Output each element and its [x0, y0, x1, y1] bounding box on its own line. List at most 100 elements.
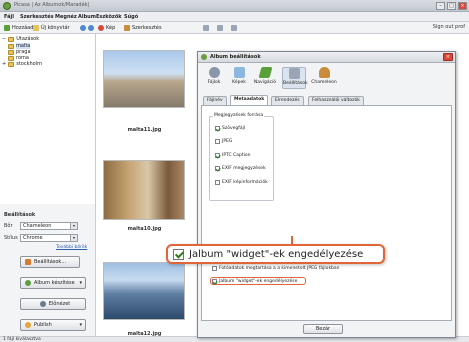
option-exif-comments[interactable]: EXIF megjegyzések	[215, 166, 266, 171]
category-chameleon[interactable]: Chameleon	[310, 67, 338, 89]
option-exif-info[interactable]: EXIF képinformációk	[215, 180, 268, 185]
skin-select[interactable]: Chameleon ▾	[20, 222, 78, 230]
option-label: JPEG	[222, 139, 233, 144]
style-select[interactable]: Chrome ▾	[20, 234, 78, 242]
preview-button[interactable]: Előnézet	[20, 298, 86, 310]
menubar: Fájl Szerkesztés Megnéz Album Eszközök S…	[0, 12, 469, 22]
album-icon	[25, 280, 31, 286]
tab-filename[interactable]: Fájlnév	[203, 96, 227, 105]
callout-label: Jalbum "widget"-ek engedélyezése	[189, 248, 364, 260]
close-icon[interactable]: ×	[458, 2, 467, 10]
toolbar: Hozzáad Új könyvtár Kép Szerkesztés	[0, 22, 469, 34]
category-label: Navigáció	[253, 80, 277, 85]
folder-icon	[33, 25, 39, 31]
checkbox[interactable]	[173, 248, 184, 260]
menu-view[interactable]: Megnéz	[55, 14, 77, 20]
expand-icon[interactable]: +	[2, 61, 6, 67]
menu-album[interactable]: Album	[78, 14, 96, 20]
category-navigation[interactable]: Navigáció	[253, 67, 277, 89]
chevron-down-icon: ▾	[70, 223, 77, 229]
wrench-icon	[288, 68, 300, 79]
dialog-title: Album beállítások	[210, 54, 261, 60]
toolbar-view-buttons[interactable]	[203, 24, 237, 32]
arrow-icon	[258, 67, 272, 78]
settings-button[interactable]: Beállítások...	[20, 256, 80, 268]
maximize-icon[interactable]: □	[447, 2, 456, 10]
make-album-label: Album készítése	[34, 280, 75, 286]
toolbar-image[interactable]: Kép	[98, 24, 115, 32]
category-label: Képek	[232, 80, 246, 85]
close-button[interactable]: Bezár	[303, 324, 343, 334]
publish-icon	[25, 322, 31, 328]
publish-button[interactable]: Publish ▾	[20, 319, 86, 331]
tab-content: Megjegyzések forrása Szövegfájl JPEG IPT…	[201, 105, 452, 321]
make-album-button[interactable]: Album készítése ▾	[20, 277, 86, 289]
tab-user-variables[interactable]: Felhasználói változók	[308, 96, 364, 105]
window-titlebar: Picasa | Az Albumok/Maradék| – □ ×	[0, 0, 469, 12]
tab-layout[interactable]: Elrendezés	[271, 96, 304, 105]
toolbar-edit-label: Szerkesztés	[132, 25, 162, 31]
magnifier-icon	[39, 301, 46, 307]
toolbar-nav[interactable]	[80, 24, 94, 32]
skin-label: Bőr	[4, 223, 13, 229]
sign-out-link[interactable]: Sign out prof	[433, 24, 465, 30]
option-text-file[interactable]: Szövegfájl	[215, 126, 245, 131]
chevron-down-icon: ▾	[70, 235, 77, 241]
app-icon	[3, 2, 11, 10]
folder-icon	[8, 43, 14, 49]
category-images[interactable]: Képek	[227, 67, 251, 89]
settings-button-label: Beállítások...	[34, 259, 67, 265]
tree-root[interactable]: − Utazások	[2, 36, 39, 42]
menu-help[interactable]: Súgó	[124, 14, 138, 20]
add-icon	[4, 25, 10, 31]
collapse-icon[interactable]: −	[2, 36, 6, 42]
folder-icon	[8, 36, 15, 42]
checkbox[interactable]	[212, 266, 217, 271]
tree-item-stockholm[interactable]: + stockholm	[2, 61, 42, 67]
thumbnail-image[interactable]	[103, 160, 185, 220]
style-value: Chrome	[23, 235, 43, 241]
more-skins-link[interactable]: További bőrök	[56, 245, 87, 250]
checkbox[interactable]	[215, 180, 220, 185]
checkbox[interactable]	[212, 279, 217, 284]
checkbox[interactable]	[215, 126, 220, 131]
skin-value: Chameleon	[23, 223, 52, 229]
toolbar-add-label: Hozzáad	[12, 25, 34, 31]
zoom-callout: Jalbum "widget"-ek engedélyezése	[166, 244, 385, 264]
chevron-down-icon: ▾	[79, 322, 82, 328]
option-jpeg[interactable]: JPEG	[215, 139, 232, 144]
list-icon	[217, 25, 223, 31]
thumbnail-image[interactable]	[103, 262, 185, 320]
folder-tree: − Utazások malta praga roma + stockholm	[0, 34, 96, 204]
checkbox[interactable]	[215, 153, 220, 158]
option-keep-photo-data[interactable]: Fotóadatok megtartása a a kimenetelt JPE…	[212, 266, 340, 271]
grid-icon	[203, 25, 209, 31]
toolbar-add[interactable]: Hozzáad	[4, 24, 33, 32]
menu-file[interactable]: Fájl	[4, 14, 14, 20]
thumbnail-image[interactable]	[103, 50, 185, 108]
option-iptc-caption[interactable]: IPTC Caption	[215, 153, 250, 158]
close-icon[interactable]: ×	[443, 53, 453, 61]
checkbox[interactable]	[215, 166, 220, 171]
category-label: Fájlok	[207, 80, 221, 85]
group-title: Megjegyzések forrása	[213, 113, 265, 118]
toolbar-new-folder[interactable]: Új könyvtár	[33, 24, 70, 32]
album-settings-dialog: Album beállítások × Fájlok Képek Navigác…	[197, 51, 456, 338]
option-jalbum-widgets[interactable]: Jalbum "widget"-ek engedélyezése	[212, 279, 297, 284]
tab-metadata[interactable]: Metaadatok	[230, 95, 269, 105]
thumbnail-caption: malta10.jpg	[127, 226, 162, 232]
menu-tools[interactable]: Eszközök	[96, 14, 122, 20]
minimize-icon[interactable]: –	[436, 2, 445, 10]
category-label: Chameleon	[311, 80, 337, 85]
thumbnail-caption: malta11.jpg	[127, 127, 162, 133]
thumbnail-list: malta11.jpg malta10.jpg malta12.jpg	[97, 34, 192, 337]
callout-connector	[291, 236, 293, 244]
category-files[interactable]: Fájlok	[202, 67, 226, 89]
gear-icon	[208, 67, 220, 78]
menu-edit[interactable]: Szerkesztés	[20, 14, 54, 20]
option-label: Fotóadatok megtartása a a kimenetelt JPE…	[219, 266, 340, 271]
style-label: Stílus	[4, 235, 18, 241]
checkbox[interactable]	[215, 139, 220, 144]
toolbar-edit[interactable]: Szerkesztés	[124, 24, 162, 32]
category-settings[interactable]: Beállítások	[282, 67, 308, 89]
